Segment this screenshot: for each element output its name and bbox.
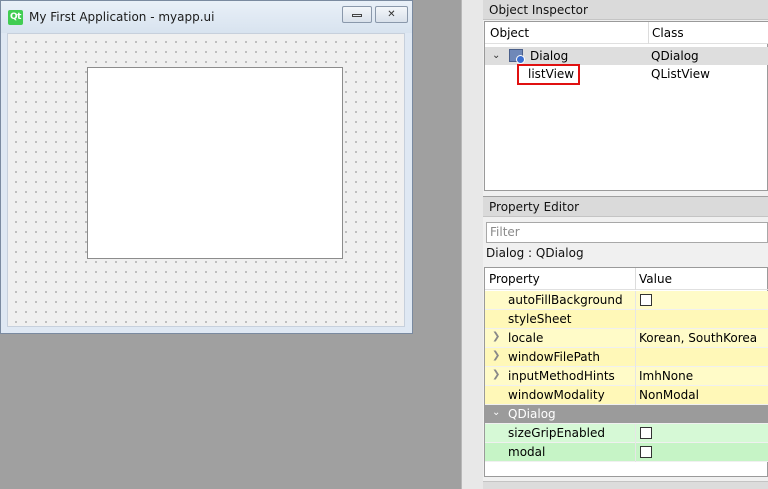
chevron-down-icon[interactable]: ⌄ — [492, 50, 500, 61]
cell-divider — [635, 443, 636, 462]
property-editor-dock: Property Editor Filter Dialog : QDialog … — [483, 197, 768, 481]
cell-divider — [635, 386, 636, 405]
chevron-right-icon[interactable]: ❯ — [492, 331, 500, 342]
property-name: sizeGripEnabled — [508, 426, 605, 440]
modal-checkbox[interactable] — [640, 446, 652, 458]
cell-divider — [635, 329, 636, 348]
qt-logo-icon: Qt — [8, 10, 23, 25]
chevron-right-icon[interactable]: ❯ — [492, 369, 500, 380]
bottom-dock-bar — [483, 481, 768, 489]
property-name: modal — [508, 445, 546, 459]
tree-object-class: QDialog — [651, 49, 699, 63]
column-class[interactable]: Class — [652, 26, 684, 40]
close-button[interactable]: ✕ — [375, 6, 408, 23]
property-name: windowModality — [508, 388, 605, 402]
tree-object-class: QListView — [651, 67, 710, 81]
form-titlebar[interactable]: Qt My First Application - myapp.ui ✕ — [1, 1, 412, 33]
object-tree[interactable]: Object Class ⌄ Dialog QDialog listView Q… — [484, 21, 768, 191]
dialog-icon — [509, 49, 525, 64]
cell-divider — [635, 367, 636, 386]
cell-divider — [635, 310, 636, 329]
property-name: windowFilePath — [508, 350, 600, 364]
property-row-modal[interactable]: modal — [485, 443, 768, 462]
property-group-name: QDialog — [508, 407, 556, 421]
column-divider[interactable] — [648, 22, 649, 44]
object-inspector-dock: Object Inspector Object Class ⌄ Dialog Q… — [483, 0, 768, 196]
property-name: styleSheet — [508, 312, 572, 326]
column-object[interactable]: Object — [490, 26, 529, 40]
property-value[interactable]: NonModal — [639, 388, 699, 402]
property-table[interactable]: Property Value autoFillBackground styleS… — [484, 267, 768, 477]
minimize-icon — [352, 14, 362, 17]
cell-divider — [635, 348, 636, 367]
property-row-inputmethodhints[interactable]: ❯ inputMethodHints ImhNone — [485, 367, 768, 386]
property-value[interactable]: Korean, SouthKorea — [639, 331, 757, 345]
tree-object-name: Dialog — [530, 49, 569, 63]
property-row-autofillbackground[interactable]: autoFillBackground — [485, 291, 768, 310]
property-row-stylesheet[interactable]: styleSheet — [485, 310, 768, 329]
column-value[interactable]: Value — [639, 272, 672, 286]
listview-highlight-box — [517, 64, 580, 85]
close-icon: ✕ — [387, 9, 396, 20]
tree-row-dialog[interactable]: ⌄ Dialog QDialog — [485, 47, 768, 65]
dock-splitter[interactable] — [461, 0, 483, 489]
column-divider[interactable] — [635, 268, 636, 290]
column-property[interactable]: Property — [489, 272, 540, 286]
property-row-windowfilepath[interactable]: ❯ windowFilePath — [485, 348, 768, 367]
property-name: locale — [508, 331, 544, 345]
form-window[interactable]: Qt My First Application - myapp.ui ✕ — [0, 0, 413, 334]
object-inspector-title: Object Inspector — [483, 0, 768, 20]
list-view-widget[interactable] — [87, 67, 343, 259]
property-value[interactable]: ImhNone — [639, 369, 693, 383]
cell-divider — [635, 424, 636, 443]
property-name: inputMethodHints — [508, 369, 615, 383]
property-name: autoFillBackground — [508, 293, 623, 307]
cell-divider — [635, 291, 636, 310]
chevron-down-icon[interactable]: ⌄ — [492, 407, 500, 418]
property-editor-title: Property Editor — [483, 197, 768, 217]
form-title: My First Application - myapp.ui — [29, 10, 215, 24]
property-row-windowmodality[interactable]: windowModality NonModal — [485, 386, 768, 405]
filter-input[interactable]: Filter — [486, 222, 768, 243]
property-class-label: Dialog : QDialog — [486, 246, 584, 260]
object-tree-header: Object Class — [485, 22, 768, 44]
chevron-right-icon[interactable]: ❯ — [492, 350, 500, 361]
property-row-sizegripenabled[interactable]: sizeGripEnabled — [485, 424, 768, 443]
autofillbackground-checkbox[interactable] — [640, 294, 652, 306]
minimize-button[interactable] — [342, 6, 372, 23]
sizegripenabled-checkbox[interactable] — [640, 427, 652, 439]
property-row-locale[interactable]: ❯ locale Korean, SouthKorea — [485, 329, 768, 348]
property-group-qdialog[interactable]: ⌄ QDialog — [485, 405, 768, 424]
property-table-header: Property Value — [485, 268, 768, 290]
